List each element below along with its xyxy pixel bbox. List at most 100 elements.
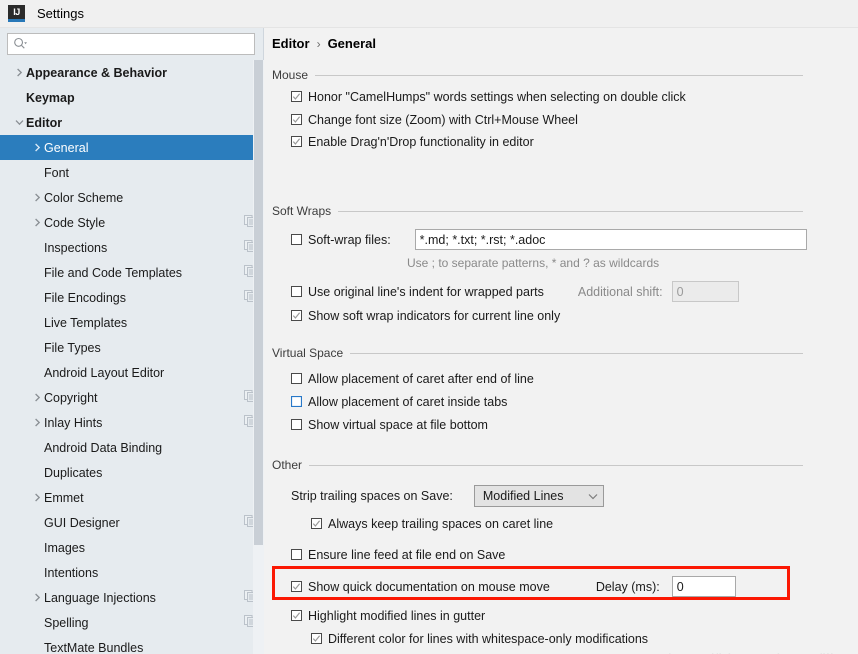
checkbox-honor-camelhumps[interactable]: Honor "CamelHumps" words settings when s…: [291, 89, 691, 105]
sidebar-item-label: Live Templates: [44, 315, 128, 330]
search-input[interactable]: [30, 37, 245, 51]
search-box[interactable]: [7, 33, 255, 55]
chevron-right-icon[interactable]: [30, 491, 44, 505]
checkbox-caret-inside-tabs[interactable]: Allow placement of caret inside tabs: [291, 394, 858, 410]
quick-documentation-row: Show quick documentation on mouse move D…: [291, 576, 858, 597]
sidebar-item-keymap[interactable]: Keymap: [0, 85, 264, 110]
checkbox-box[interactable]: [291, 89, 302, 102]
sidebar-scrollbar-thumb[interactable]: [254, 60, 263, 545]
settings-category-tree[interactable]: Appearance & Behavior Keymap Editor General…: [0, 60, 264, 654]
sidebar-item-color-scheme[interactable]: Color Scheme: [0, 185, 264, 210]
sidebar-item-label: Keymap: [26, 90, 75, 105]
section-mouse-header: Mouse: [265, 68, 858, 82]
sidebar-item-android-layout-editor[interactable]: Android Layout Editor: [0, 360, 264, 385]
sidebar-item-label: Images: [44, 540, 85, 555]
chevron-right-icon[interactable]: [30, 191, 44, 205]
delay-input[interactable]: [671, 576, 736, 597]
chevron-right-icon[interactable]: [30, 591, 44, 605]
checkbox-change-font-size-zoom[interactable]: Change font size (Zoom) with Ctrl+Mouse …: [291, 112, 858, 128]
chevron-right-icon[interactable]: [30, 216, 44, 230]
chevron-right-icon[interactable]: [12, 66, 26, 80]
chevron-right-icon[interactable]: [30, 391, 44, 405]
chevron-right-icon[interactable]: [30, 141, 44, 155]
checkbox-enable-drag-n-drop[interactable]: Enable Drag'n'Drop functionality in edit…: [291, 134, 858, 150]
checkbox-show-virtual-space-bottom[interactable]: Show virtual space at file bottom: [291, 417, 858, 433]
sidebar-item-label: Language Injections: [44, 590, 156, 605]
checkbox-box-focused[interactable]: [291, 394, 302, 407]
checkbox-box[interactable]: [291, 417, 302, 430]
checkbox-caret-after-end-of-line[interactable]: Allow placement of caret after end of li…: [291, 371, 858, 387]
sidebar-item-language-injections[interactable]: Language Injections: [0, 585, 264, 610]
chevron-down-icon[interactable]: [12, 116, 26, 130]
checkbox-box[interactable]: [291, 308, 302, 321]
sidebar-item-file-encodings[interactable]: File Encodings: [0, 285, 264, 310]
sidebar-item-font[interactable]: Font: [0, 160, 264, 185]
checkbox-label: Allow placement of caret after end of li…: [308, 372, 534, 386]
section-soft-wraps: Soft Wraps Soft-wrap files: Use ; to sep…: [265, 204, 858, 324]
strip-trailing-spaces-label: Strip trailing spaces on Save:: [291, 489, 453, 503]
sidebar-item-inspections[interactable]: Inspections: [0, 235, 264, 260]
sidebar-item-label: Copyright: [44, 390, 98, 405]
checkbox-label: Highlight modified lines in gutter: [308, 609, 486, 623]
soft-wrap-files-input[interactable]: [414, 229, 807, 250]
sidebar-item-label: Spelling: [44, 615, 89, 630]
sidebar-item-editor[interactable]: Editor: [0, 110, 264, 135]
sidebar-scrollbar-track[interactable]: [253, 60, 264, 654]
additional-shift-input[interactable]: [671, 281, 739, 302]
breadcrumb-separator-icon: ›: [316, 36, 321, 51]
checkbox-box[interactable]: [291, 112, 302, 125]
title-bar: IJ Settings: [0, 0, 858, 28]
checkbox-ensure-line-feed[interactable]: Ensure line feed at file end on Save: [291, 547, 858, 563]
checkbox-label: Allow placement of caret inside tabs: [308, 395, 508, 409]
checkbox-always-keep-trailing-spaces[interactable]: Always keep trailing spaces on caret lin…: [311, 516, 858, 532]
sidebar-item-live-templates[interactable]: Live Templates: [0, 310, 264, 335]
checkbox-highlight-modified-lines[interactable]: Highlight modified lines in gutter: [291, 608, 858, 624]
checkbox-different-color-whitespace[interactable]: Different color for lines with whitespac…: [311, 631, 858, 647]
additional-shift-label: Additional shift:: [577, 284, 663, 299]
sidebar-item-intentions[interactable]: Intentions: [0, 560, 264, 585]
section-soft-wraps-title: Soft Wraps: [272, 204, 332, 218]
breadcrumb-root[interactable]: Editor: [272, 36, 310, 51]
sidebar-item-file-and-code-templates[interactable]: File and Code Templates: [0, 260, 264, 285]
strip-trailing-spaces-dropdown[interactable]: Modified Lines: [473, 485, 604, 507]
chevron-right-icon[interactable]: [30, 416, 44, 430]
sidebar-item-copyright[interactable]: Copyright: [0, 385, 264, 410]
sidebar-item-file-types[interactable]: File Types: [0, 335, 264, 360]
sidebar-item-label: Inspections: [44, 240, 108, 255]
use-original-indent-label: Use original line's indent for wrapped p…: [308, 284, 544, 299]
search-icon: [13, 37, 27, 51]
checkbox-box[interactable]: [311, 631, 322, 644]
section-virtual-space: Virtual Space Allow placement of caret a…: [265, 346, 858, 433]
sidebar-item-textmate-bundles[interactable]: TextMate Bundles: [0, 635, 264, 654]
sidebar-item-spelling[interactable]: Spelling: [0, 610, 264, 635]
checkbox-soft-wrap-files[interactable]: [291, 234, 302, 245]
sidebar-item-general[interactable]: General: [0, 135, 264, 160]
checkbox-box[interactable]: [311, 516, 322, 529]
section-divider: [315, 74, 803, 76]
sidebar-item-android-data-binding[interactable]: Android Data Binding: [0, 435, 264, 460]
checkbox-show-quick-documentation[interactable]: [291, 581, 302, 592]
sidebar-item-label: Color Scheme: [44, 190, 124, 205]
sidebar-item-inlay-hints[interactable]: Inlay Hints: [0, 410, 264, 435]
checkbox-box[interactable]: [291, 371, 302, 384]
sidebar-item-duplicates[interactable]: Duplicates: [0, 460, 264, 485]
checkbox-use-original-indent[interactable]: [291, 286, 302, 297]
checkbox-box[interactable]: [291, 547, 302, 560]
checkbox-label: Show quick documentation on mouse move: [308, 579, 550, 594]
checkbox-box[interactable]: [291, 608, 302, 621]
sidebar-item-appearance-behavior[interactable]: Appearance & Behavior: [0, 60, 264, 85]
checkbox-show-soft-wrap-indicators[interactable]: Show soft wrap indicators for current li…: [291, 308, 858, 324]
sidebar-item-gui-designer[interactable]: GUI Designer: [0, 510, 264, 535]
checkbox-box[interactable]: [291, 134, 302, 147]
sidebar-item-code-style[interactable]: Code Style: [0, 210, 264, 235]
delay-label: Delay (ms):: [595, 579, 660, 594]
sidebar-item-images[interactable]: Images: [0, 535, 264, 560]
sidebar-item-emmet[interactable]: Emmet: [0, 485, 264, 510]
